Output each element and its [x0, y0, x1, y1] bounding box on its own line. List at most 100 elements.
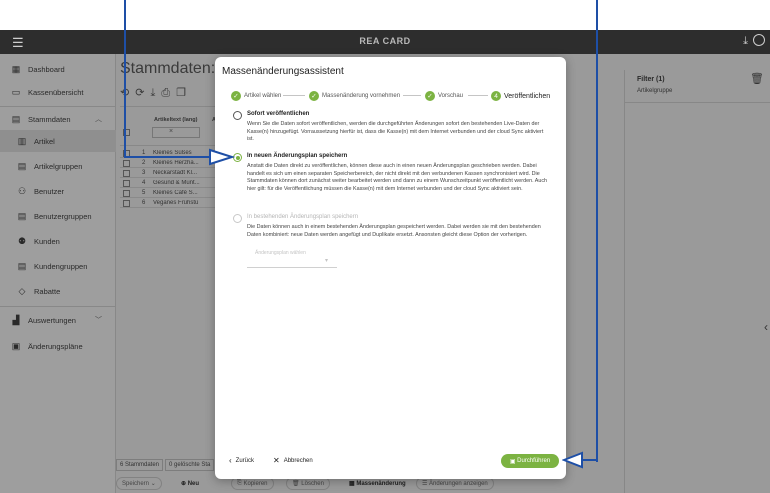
download-icon[interactable]: ⤓: [743, 35, 748, 48]
sidebar-item-artikelgruppen[interactable]: ▤ Artikelgruppen: [0, 155, 116, 177]
step-1: ✓ Artikel wählen: [231, 90, 281, 102]
customer-icon: ⚉: [17, 235, 27, 246]
row-checkbox[interactable]: [123, 190, 130, 197]
sidebar-item-label: Kassenübersicht: [28, 87, 84, 97]
sidebar-item-artikel[interactable]: ▥ Artikel: [0, 130, 116, 152]
show-changes-label: Änderungen anzeigen: [429, 480, 488, 487]
sidebar-item-aenderungsplaene[interactable]: ▣ Änderungspläne: [0, 335, 116, 357]
option-existing-plan[interactable]: In bestehenden Änderungsplan speichern D…: [233, 214, 551, 248]
toolbar-icons: ⟲⟳⤓⎙❐: [120, 86, 192, 100]
plan-icon: ▣: [11, 340, 21, 351]
save-button[interactable]: Speichern ⌄: [116, 477, 162, 490]
callout-line-left: [124, 0, 126, 158]
column-filter-input[interactable]: ×: [152, 127, 200, 138]
copy-label: Kopieren: [243, 480, 268, 487]
row-text: Veganes Frühstü: [153, 200, 199, 206]
sidebar-item-benutzergruppen[interactable]: ▤ Benutzergruppen: [0, 205, 116, 227]
row-checkbox[interactable]: [123, 200, 130, 207]
back-button[interactable]: ‹ Zurück: [229, 456, 254, 465]
filter-divider: [625, 102, 770, 103]
sidebar-divider: [0, 106, 116, 107]
history-icon[interactable]: ⟳: [135, 87, 150, 99]
step-number-badge: 4: [491, 91, 501, 101]
filter-panel: Filter (1) Artikelgruppe 🗑 ‹: [624, 70, 770, 493]
sidebar-item-label: Benutzergruppen: [34, 211, 92, 221]
option-new-plan[interactable]: In neuen Änderungsplan speichern Anstatt…: [233, 153, 551, 211]
table-row[interactable]: 4 Gesund & Munt...: [120, 179, 220, 188]
row-checkbox[interactable]: [123, 180, 130, 187]
chevron-left-icon[interactable]: ‹: [764, 320, 768, 334]
execute-icon: ▣: [509, 458, 518, 465]
option-title: In bestehenden Änderungsplan speichern: [247, 214, 359, 220]
sidebar-item-auswertungen[interactable]: ▟ Auswertungen ﹀: [0, 309, 116, 331]
radio-publish-now[interactable]: [233, 111, 242, 120]
sidebar-item-label: Artikel: [34, 136, 55, 146]
plan-select[interactable]: Änderungsplan wählen ▾: [247, 248, 337, 268]
register-icon: ▭: [11, 86, 21, 97]
execute-label: Durchführen: [517, 458, 551, 464]
chevron-up-icon: ︿: [95, 116, 102, 123]
sidebar-item-dashboard[interactable]: ▦ Dashboard: [0, 58, 116, 80]
sidebar-item-kunden[interactable]: ⚉ Kunden: [0, 230, 116, 252]
sidebar-item-rabatte[interactable]: ◇ Rabatte: [0, 280, 116, 302]
sidebar-item-kundengruppen[interactable]: ▤ Kundengruppen: [0, 255, 116, 277]
clear-icon[interactable]: ×: [169, 128, 173, 135]
sidebar-item-stammdaten[interactable]: ▤ Stammdaten ︿: [0, 108, 116, 130]
column-header: Artikeltext (lang): [154, 117, 198, 123]
top-margin: [0, 0, 770, 30]
save-label: Speichern: [122, 480, 150, 487]
dialog-title: Massenänderungsassistent: [222, 66, 344, 77]
sidebar-item-label: Stammdaten: [28, 114, 71, 124]
row-checkbox[interactable]: [123, 170, 130, 177]
sidebar-item-label: Benutzer: [34, 186, 65, 196]
option-description: Die Daten können auch in einem bestehend…: [247, 224, 541, 238]
option-title: In neuen Änderungsplan speichern: [247, 153, 348, 159]
option-description: Anstatt die Daten direkt zu veröffentlic…: [247, 163, 548, 193]
copy-icon[interactable]: ❐: [176, 87, 192, 99]
article-icon: ▥: [17, 135, 27, 146]
cancel-label: Abbrechen: [283, 457, 313, 464]
sidebar-item-kassenuebersicht[interactable]: ▭ Kassenübersicht: [0, 81, 116, 103]
group-icon: ▤: [17, 160, 27, 171]
filter-title[interactable]: Filter (1): [637, 76, 665, 83]
chevron-down-icon: ﹀: [95, 317, 102, 324]
refresh-icon[interactable]: ⟲: [120, 87, 135, 99]
sidebar-divider: [0, 306, 116, 307]
download-icon[interactable]: ⤓: [150, 87, 161, 99]
table-row[interactable]: 5 Kleines Café S...: [120, 189, 220, 198]
row-text: Neckarstadt Kl...: [153, 170, 198, 176]
sidebar-item-benutzer[interactable]: ⚇ Benutzer: [0, 180, 116, 202]
check-icon: ✓: [231, 91, 241, 101]
dashboard-icon: ▦: [11, 63, 21, 74]
execute-button[interactable]: ▣ Durchführen: [501, 454, 559, 468]
chart-icon: ▟: [12, 314, 20, 325]
radio-existing-plan[interactable]: [233, 214, 242, 223]
status-info: 6 Stammdaten 0 gelöschte Sta: [116, 459, 216, 471]
print-icon[interactable]: ⎙: [161, 87, 176, 99]
record-count: 6 Stammdaten: [116, 459, 164, 471]
back-label: Zurück: [235, 457, 255, 464]
step-label: Vorschau: [438, 93, 464, 99]
chevron-down-icon: ▾: [325, 258, 329, 264]
row-text: Gesund & Munt...: [153, 180, 200, 186]
sidebar-item-label: Änderungspläne: [28, 341, 83, 351]
row-number: 3: [142, 170, 146, 176]
mass-change-label: Massenänderung: [356, 480, 406, 487]
callout-arrow-left: [125, 148, 236, 166]
account-icon[interactable]: [753, 34, 765, 46]
check-icon: ✓: [309, 91, 319, 101]
table-row[interactable]: 6 Veganes Frühstü: [120, 199, 220, 208]
user-icon: ⚇: [17, 185, 27, 196]
step-4: 4 Veröffentlichen: [491, 90, 550, 102]
delete-label: Löschen: [301, 480, 324, 487]
cancel-button[interactable]: ✕ Abbrechen: [273, 456, 313, 465]
table-row[interactable]: 3 Neckarstadt Kl...: [120, 169, 220, 178]
sidebar-item-label: Auswertungen: [28, 315, 76, 325]
trash-icon[interactable]: 🗑: [750, 72, 764, 85]
new-button[interactable]: ⊕ Neu: [176, 477, 204, 490]
row-text: Kleines Café S...: [153, 190, 198, 196]
check-icon: ✓: [425, 91, 435, 101]
option-publish-now[interactable]: Sofort veröffentlichen Wenn Sie die Date…: [233, 111, 551, 151]
chevron-left-icon: ‹: [229, 456, 232, 465]
step-label: Massenänderung vornehmen: [322, 93, 401, 99]
